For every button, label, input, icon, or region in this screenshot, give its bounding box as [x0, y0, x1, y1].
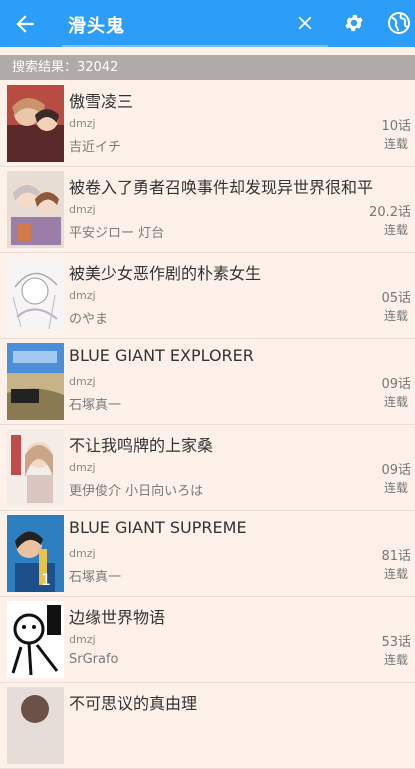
list-item[interactable]: 不让我鸣牌的上家桑 dmzj 更伊俊介 小日向いろは 09话 连载 — [0, 425, 415, 511]
clear-icon[interactable] — [294, 12, 316, 34]
manga-source: dmzj — [69, 547, 96, 560]
cover-image — [7, 85, 64, 162]
gear-icon[interactable] — [343, 12, 365, 34]
manga-source: dmzj — [69, 375, 96, 388]
status-badge: 连载 — [383, 137, 408, 151]
status-badge: 连载 — [383, 567, 408, 581]
manga-source: dmzj — [69, 289, 96, 302]
manga-author: のやま — [69, 312, 109, 327]
search-underline — [62, 45, 328, 47]
manga-source: dmzj — [69, 461, 96, 474]
results-list: 傲雪凌三 dmzj 吉近イチ 10话 连载 被卷入了勇者召唤事件却发现异世界很和… — [0, 81, 415, 769]
manga-title: BLUE GIANT SUPREME — [69, 518, 247, 537]
manga-title: 不可思议的真由理 — [69, 694, 198, 713]
manga-author: 吉近イチ — [69, 140, 122, 155]
manga-author: 平安ジロー 灯台 — [69, 226, 165, 241]
list-item[interactable]: 边缘世界物语 dmzj SrGrafo 53话 连载 — [0, 597, 415, 683]
cover-image: 1 — [7, 515, 64, 592]
top-app-bar: 滑头鬼 — [0, 0, 415, 47]
list-item[interactable]: 1 BLUE GIANT SUPREME dmzj 石塚真一 81话 连载 — [0, 511, 415, 597]
status-badge: 连载 — [383, 223, 408, 237]
manga-title: 边缘世界物语 — [69, 608, 166, 627]
chapter-count: 20.2话 — [369, 205, 411, 220]
cover-image — [7, 171, 64, 248]
chapter-count: 10话 — [381, 119, 411, 134]
manga-title: 傲雪凌三 — [69, 92, 134, 111]
back-arrow-icon[interactable] — [12, 11, 38, 37]
status-badge: 连载 — [383, 309, 408, 323]
manga-title: 被美少女恶作剧的朴素女生 — [69, 264, 262, 283]
manga-source: dmzj — [69, 117, 96, 130]
cover-image — [7, 343, 64, 420]
manga-source: dmzj — [69, 633, 96, 646]
svg-text:1: 1 — [41, 570, 51, 589]
manga-author: SrGrafo — [69, 652, 119, 667]
cover-image — [7, 687, 64, 764]
manga-title: 不让我鸣牌的上家桑 — [69, 436, 214, 455]
status-badge: 连载 — [383, 481, 408, 495]
status-badge: 连载 — [383, 395, 408, 409]
manga-author: 更伊俊介 小日向いろは — [69, 484, 204, 499]
manga-title: 被卷入了勇者召唤事件却发现异世界很和平 — [69, 178, 374, 197]
status-badge: 连载 — [383, 653, 408, 667]
chapter-count: 53话 — [381, 635, 411, 650]
search-result-count: 搜索结果：32042 — [0, 55, 415, 80]
manga-author: 石塚真一 — [69, 570, 122, 585]
chapter-count: 05话 — [381, 291, 411, 306]
cover-image — [7, 257, 64, 334]
manga-author: 石塚真一 — [69, 398, 122, 413]
list-item[interactable]: 不可思议的真由理 — [0, 683, 415, 769]
cover-image — [7, 601, 64, 678]
chapter-count: 81话 — [381, 549, 411, 564]
cover-image — [7, 429, 64, 506]
list-item[interactable]: BLUE GIANT EXPLORER dmzj 石塚真一 09话 连载 — [0, 339, 415, 425]
chapter-count: 09话 — [381, 377, 411, 392]
globe-icon[interactable] — [387, 11, 411, 35]
list-item[interactable]: 傲雪凌三 dmzj 吉近イチ 10话 连载 — [0, 81, 415, 167]
list-item[interactable]: 被美少女恶作剧的朴素女生 dmzj のやま 05话 连载 — [0, 253, 415, 339]
manga-source: dmzj — [69, 203, 96, 216]
chapter-count: 09话 — [381, 463, 411, 478]
list-item[interactable]: 被卷入了勇者召唤事件却发现异世界很和平 dmzj 平安ジロー 灯台 20.2话 … — [0, 167, 415, 253]
manga-title: BLUE GIANT EXPLORER — [69, 346, 254, 365]
search-query[interactable]: 滑头鬼 — [68, 12, 125, 38]
